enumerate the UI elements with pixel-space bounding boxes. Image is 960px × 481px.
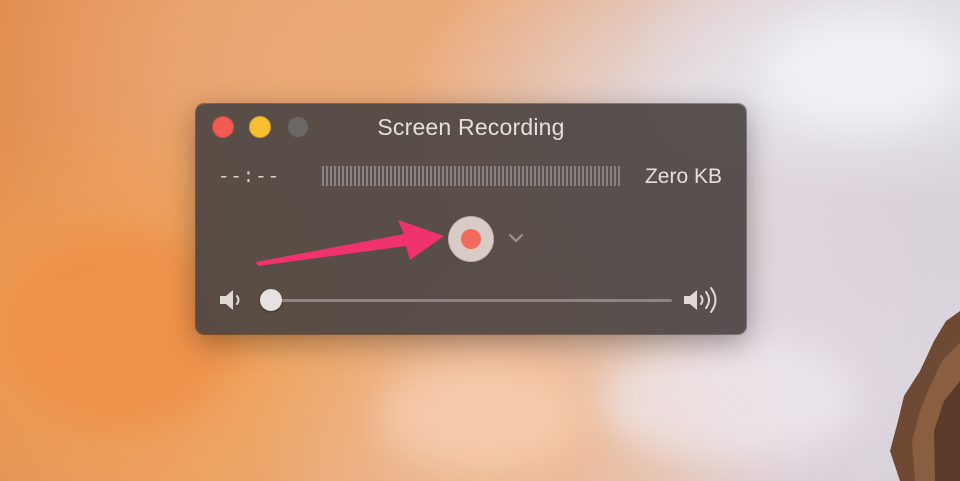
elapsed-time: --:-- <box>218 166 281 188</box>
volume-slider[interactable] <box>260 289 672 311</box>
record-button[interactable] <box>448 216 494 262</box>
file-size-label: Zero KB <box>644 165 722 188</box>
cliff-rock <box>890 311 960 481</box>
wallpaper-cloud <box>600 340 860 460</box>
chevron-down-icon[interactable] <box>508 232 524 244</box>
desktop-wallpaper: Screen Recording --:-- Zero KB <box>0 0 960 481</box>
volume-track <box>268 299 672 302</box>
window-title: Screen Recording <box>377 114 565 140</box>
wallpaper-cloud <box>380 360 580 470</box>
wallpaper-cloud <box>760 20 960 130</box>
volume-knob[interactable] <box>260 289 282 311</box>
screen-recording-window: Screen Recording --:-- Zero KB <box>196 104 746 334</box>
audio-level-meter <box>322 166 620 186</box>
speaker-high-icon <box>684 287 717 313</box>
record-icon <box>461 229 481 249</box>
speaker-low-icon <box>220 290 240 310</box>
